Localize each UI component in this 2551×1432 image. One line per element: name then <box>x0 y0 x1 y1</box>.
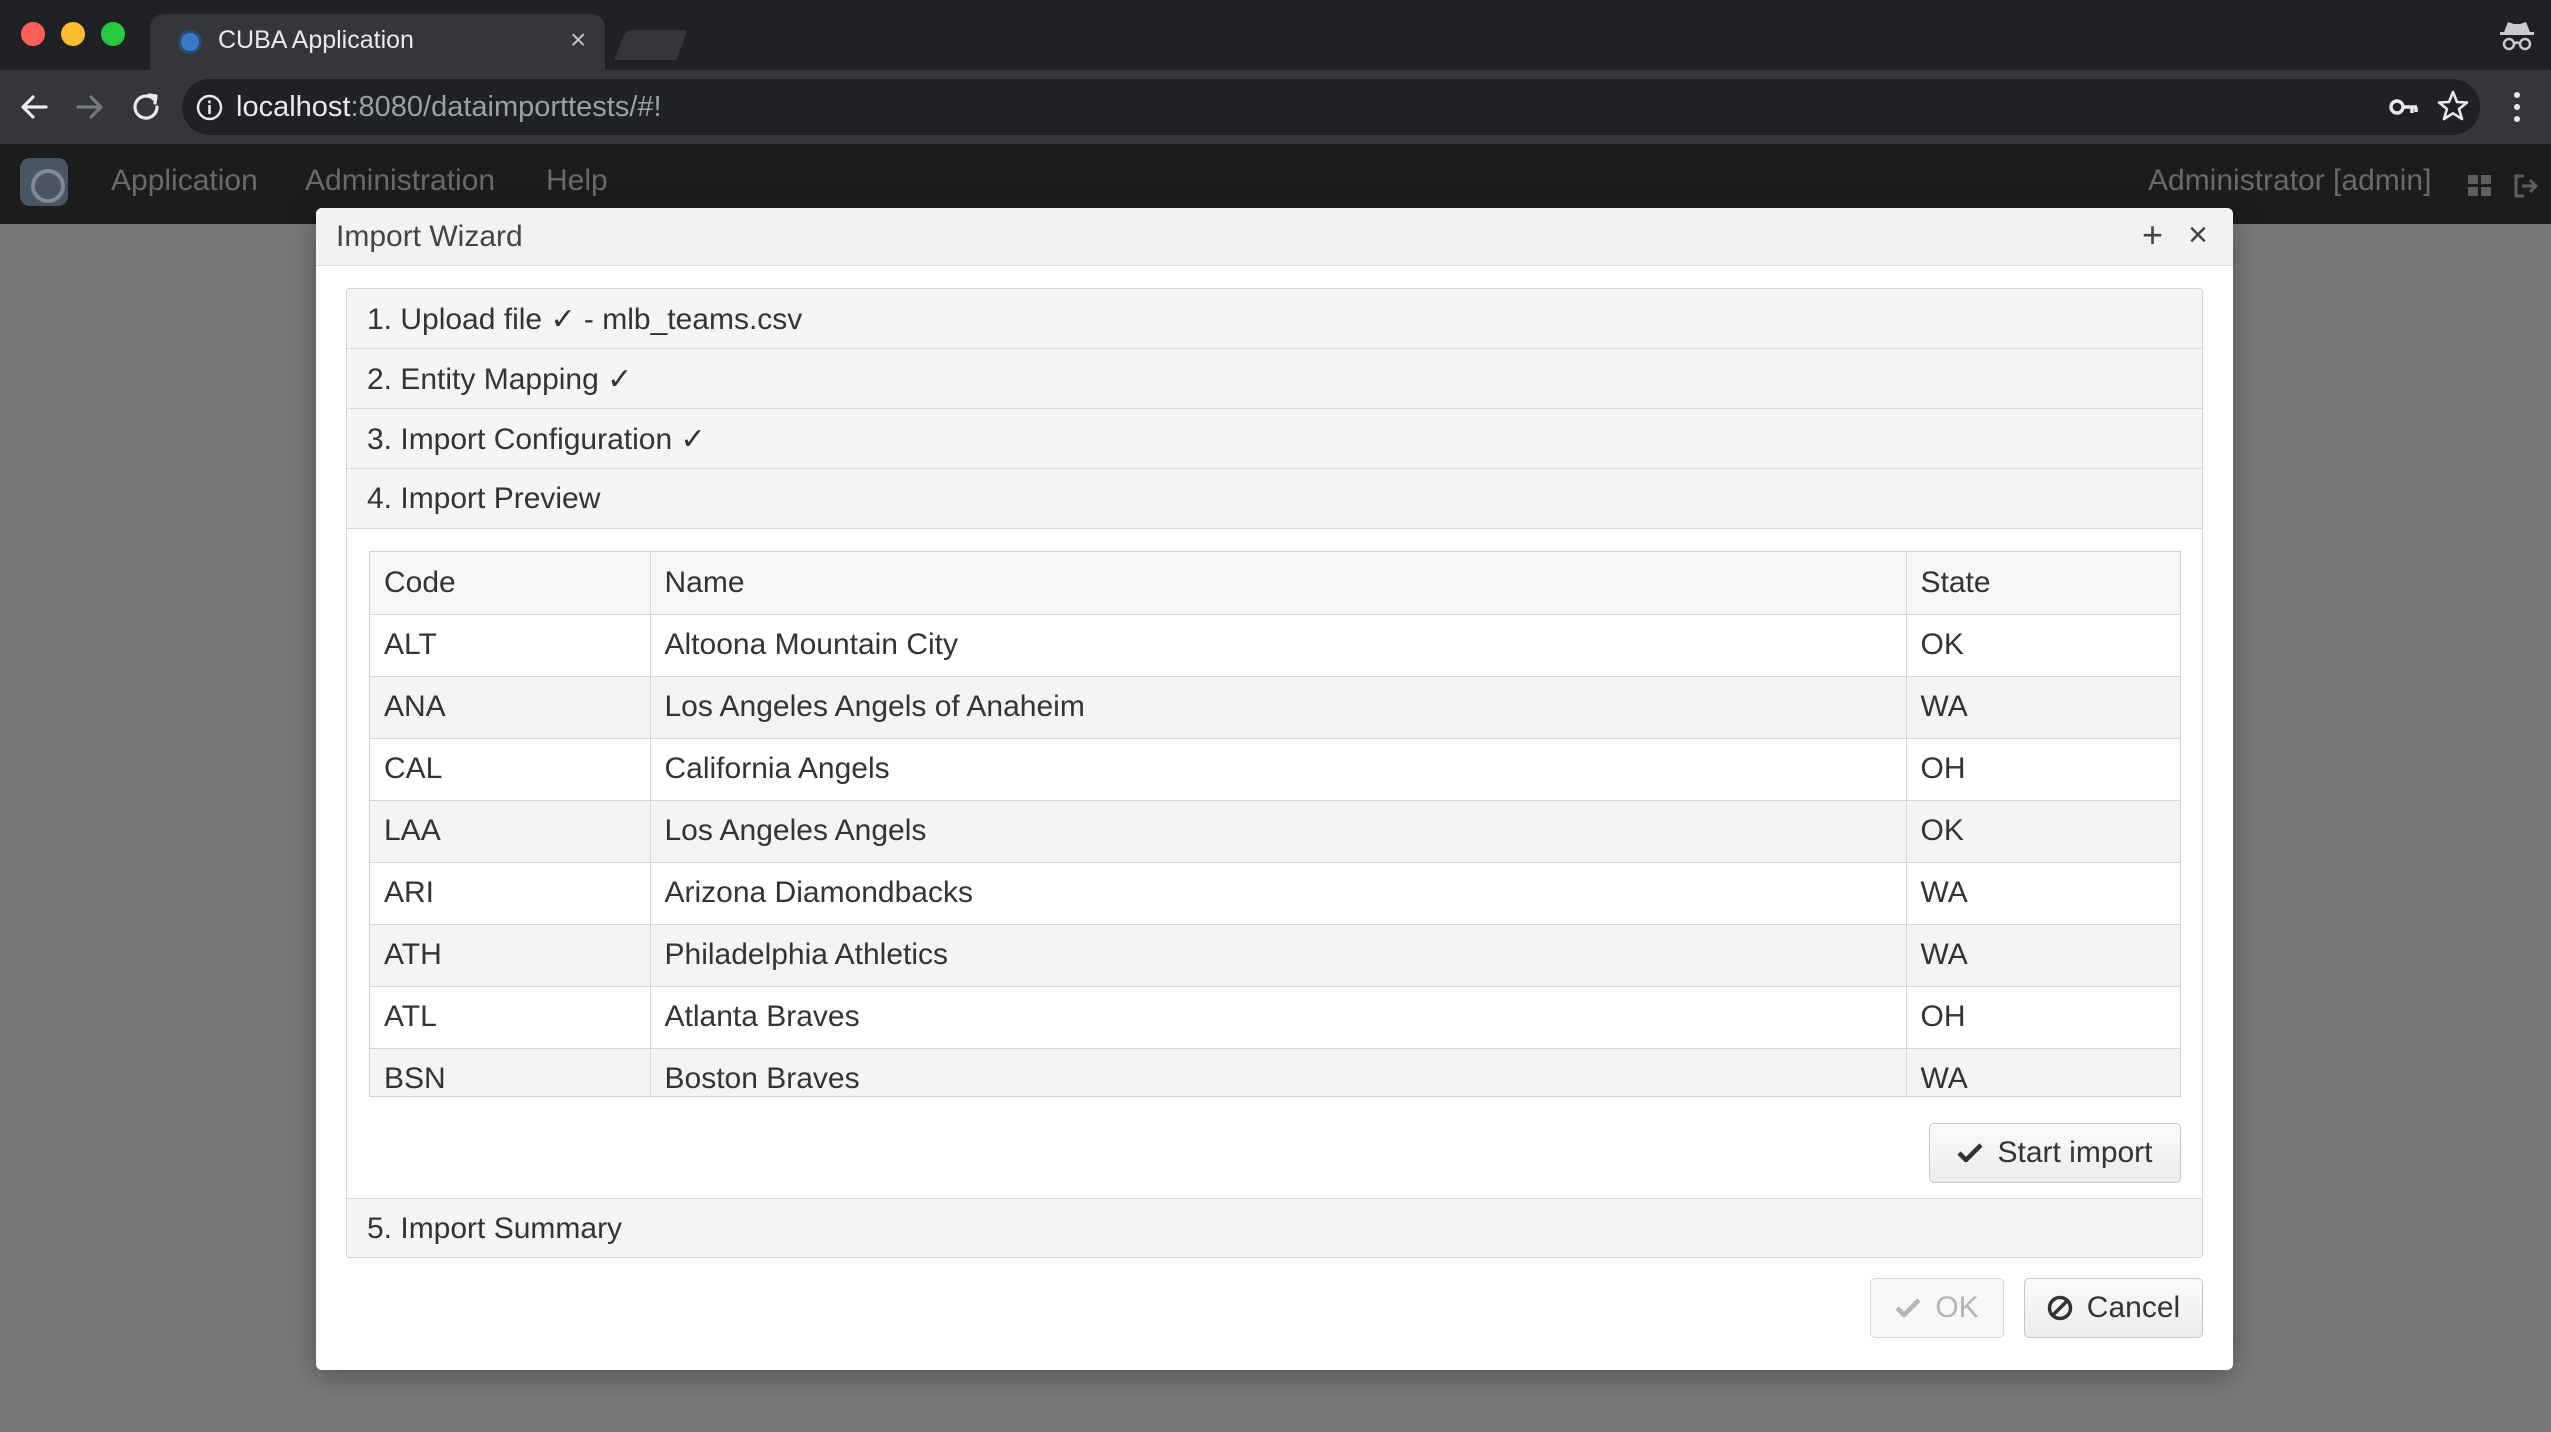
step-label: 1. Upload file ✓ - mlb_teams.csv <box>367 303 803 336</box>
cell-code: ARI <box>370 862 651 925</box>
menu-help[interactable]: Help <box>546 164 608 198</box>
cell-name: Altoona Mountain City <box>650 614 1907 677</box>
cell-state: OH <box>1906 986 2180 1049</box>
check-icon <box>1895 1298 1921 1318</box>
logout-icon[interactable] <box>2512 172 2540 200</box>
step-label: 3. Import Configuration ✓ <box>367 423 706 456</box>
cell-code: LAA <box>370 800 651 863</box>
wizard-accordion: 1. Upload file ✓ - mlb_teams.csv 2. Enti… <box>346 288 2203 1258</box>
cell-code: ALT <box>370 614 651 677</box>
cell-state: OH <box>1906 738 2180 801</box>
step-import-configuration[interactable]: 3. Import Configuration ✓ <box>347 409 2202 469</box>
step-import-summary[interactable]: 5. Import Summary <box>347 1199 2202 1257</box>
menu-administration[interactable]: Administration <box>305 164 495 198</box>
window-zoom-button[interactable] <box>101 22 125 46</box>
cancel-button[interactable]: Cancel <box>2024 1278 2203 1338</box>
back-arrow-icon[interactable] <box>14 87 54 127</box>
import-wizard-dialog: Import Wizard + × 1. Upload file ✓ - mlb… <box>316 208 2233 1370</box>
close-icon[interactable]: × <box>2188 214 2208 256</box>
table-row[interactable]: CAL California Angels OH <box>370 738 2180 801</box>
info-icon[interactable] <box>196 94 223 121</box>
cell-name: Los Angeles Angels of Anaheim <box>650 676 1907 739</box>
table-header-row: Code Name State <box>370 552 2180 615</box>
table-row[interactable]: ATH Philadelphia Athletics WA <box>370 924 2180 987</box>
incognito-icon <box>2500 22 2534 51</box>
cell-state: WA <box>1906 1048 2180 1096</box>
cancel-label: Cancel <box>2086 1291 2181 1324</box>
cell-name: California Angels <box>650 738 1907 801</box>
new-tab-button[interactable] <box>613 30 689 60</box>
cell-name: Philadelphia Athletics <box>650 924 1907 987</box>
reload-icon[interactable] <box>126 87 166 127</box>
ban-icon <box>2047 1295 2073 1321</box>
browser-tab[interactable]: CUBA Application × <box>150 14 605 70</box>
table-row[interactable]: BSN Boston Braves WA <box>370 1048 2180 1096</box>
cell-state: WA <box>1906 676 2180 739</box>
step-import-preview[interactable]: 4. Import Preview <box>347 469 2202 529</box>
table-row[interactable]: ARI Arizona Diamondbacks WA <box>370 862 2180 925</box>
step-upload-file[interactable]: 1. Upload file ✓ - mlb_teams.csv <box>347 289 2202 349</box>
bookmark-star-icon[interactable] <box>2436 89 2470 123</box>
table-row[interactable]: ATL Atlanta Braves OH <box>370 986 2180 1049</box>
cell-code: ATH <box>370 924 651 987</box>
cell-code: ATL <box>370 986 651 1049</box>
step-label: 2. Entity Mapping ✓ <box>367 363 633 396</box>
column-header-code[interactable]: Code <box>370 552 651 615</box>
step-entity-mapping[interactable]: 2. Entity Mapping ✓ <box>347 349 2202 409</box>
browser-tab-bar: CUBA Application × <box>0 0 2551 70</box>
step-label: 4. Import Preview <box>367 482 601 515</box>
table-row[interactable]: ANA Los Angeles Angels of Anaheim WA <box>370 676 2180 739</box>
cell-state: WA <box>1906 862 2180 925</box>
cell-state: OK <box>1906 800 2180 863</box>
tab-title: CUBA Application <box>218 26 414 54</box>
tab-close-icon[interactable]: × <box>570 24 586 56</box>
url-text: localhost:8080/dataimporttests/#! <box>236 91 662 124</box>
browser-toolbar: localhost:8080/dataimporttests/#! <box>0 70 2551 144</box>
browser-menu-icon[interactable] <box>2507 88 2527 126</box>
cell-state: WA <box>1906 924 2180 987</box>
dialog-title: Import Wizard <box>336 220 523 253</box>
menu-application[interactable]: Application <box>111 164 258 198</box>
start-import-button[interactable]: Start import <box>1929 1123 2181 1183</box>
cell-code: CAL <box>370 738 651 801</box>
cell-code: ANA <box>370 676 651 739</box>
favicon-icon <box>178 30 202 54</box>
table-row[interactable]: LAA Los Angeles Angels OK <box>370 800 2180 863</box>
table-row[interactable]: ALT Altoona Mountain City OK <box>370 614 2180 677</box>
cell-name: Atlanta Braves <box>650 986 1907 1049</box>
ok-button[interactable]: OK <box>1870 1278 2004 1338</box>
check-icon <box>1957 1143 1984 1163</box>
dialog-header: Import Wizard + × <box>316 208 2233 266</box>
maximize-icon[interactable]: + <box>2142 214 2163 256</box>
step-label: 5. Import Summary <box>367 1212 623 1245</box>
window-close-button[interactable] <box>21 22 45 46</box>
window-minimize-button[interactable] <box>61 22 85 46</box>
import-preview-panel: Code Name State ALT Altoona Mountain Cit… <box>347 529 2202 1199</box>
start-import-label: Start import <box>1997 1136 2153 1169</box>
cell-name: Los Angeles Angels <box>650 800 1907 863</box>
user-label[interactable]: Administrator [admin] <box>2148 164 2431 198</box>
cell-code: BSN <box>370 1048 651 1096</box>
forward-arrow-icon[interactable] <box>70 87 110 127</box>
key-icon[interactable] <box>2388 91 2420 123</box>
url-host: localhost <box>236 91 351 123</box>
cell-name: Arizona Diamondbacks <box>650 862 1907 925</box>
column-header-name[interactable]: Name <box>650 552 1907 615</box>
cell-name: Boston Braves <box>650 1048 1907 1096</box>
new-window-icon[interactable] <box>2466 172 2494 200</box>
column-header-state[interactable]: State <box>1906 552 2180 615</box>
url-path: :8080/dataimporttests/#! <box>350 91 662 123</box>
app-logo-icon <box>20 158 68 206</box>
ok-label: OK <box>1935 1291 1979 1324</box>
cell-state: OK <box>1906 614 2180 677</box>
preview-table[interactable]: Code Name State ALT Altoona Mountain Cit… <box>369 551 2181 1097</box>
address-bar[interactable]: localhost:8080/dataimporttests/#! <box>182 79 2480 135</box>
